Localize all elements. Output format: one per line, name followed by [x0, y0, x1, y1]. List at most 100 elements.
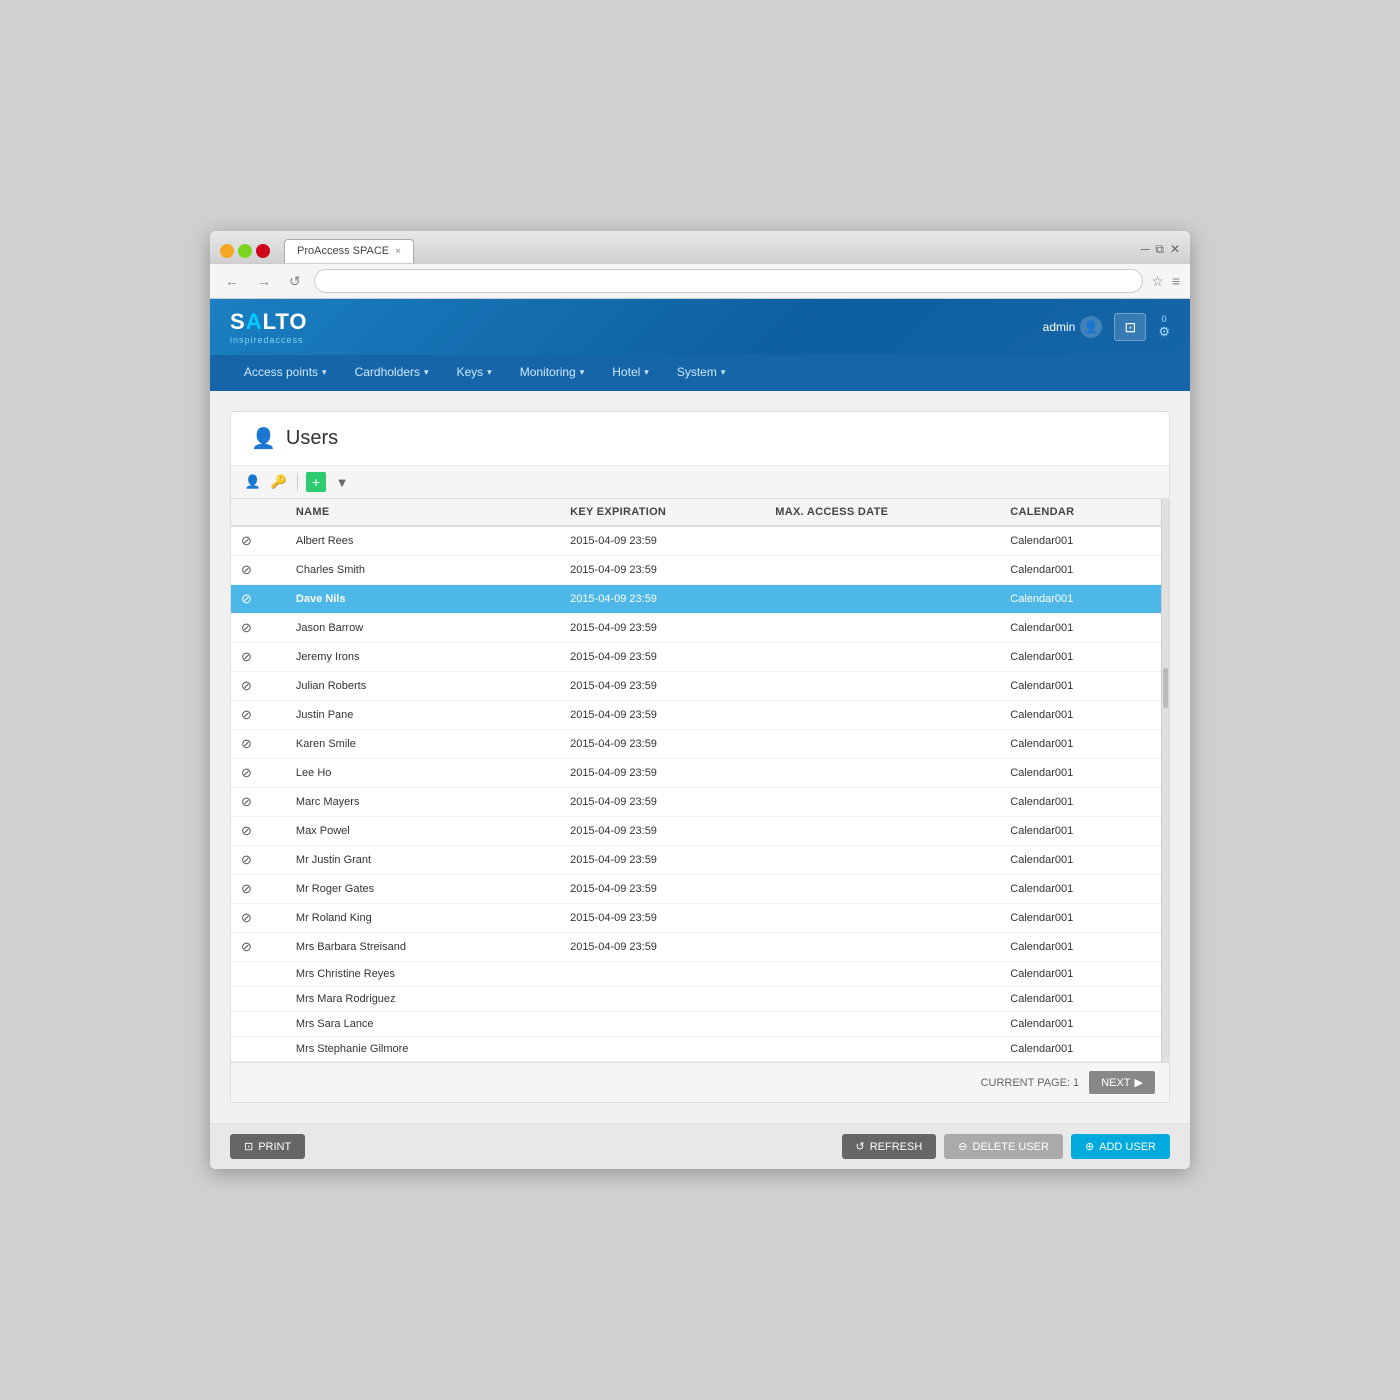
- table-add-button[interactable]: +: [306, 472, 326, 492]
- user-avatar-icon[interactable]: 👤: [1080, 316, 1102, 338]
- table-row[interactable]: ⊘Jason Barrow2015-04-09 23:59Calendar001: [231, 614, 1169, 643]
- row-add-cell: [520, 672, 540, 701]
- row-calendar: Calendar001: [1000, 933, 1149, 962]
- row-filter-cell: [540, 585, 560, 614]
- nav-cardholders[interactable]: Cardholders ▾: [341, 355, 443, 391]
- logo-text: SALTO: [230, 309, 308, 335]
- table-row[interactable]: ⊘Mr Roland King2015-04-09 23:59Calendar0…: [231, 904, 1169, 933]
- row-filter-cell: [540, 701, 560, 730]
- table-row[interactable]: ⊘Mr Justin Grant2015-04-09 23:59Calendar…: [231, 846, 1169, 875]
- row-name[interactable]: Charles Smith: [286, 556, 520, 585]
- table-row[interactable]: ⊘Jeremy Irons2015-04-09 23:59Calendar001: [231, 643, 1169, 672]
- table-wrapper: NAME KEY EXPIRATION MAX. ACCESS DATE CAL…: [231, 499, 1169, 1062]
- row-name[interactable]: Mrs Barbara Streisand: [286, 933, 520, 962]
- scrollbar[interactable]: [1161, 499, 1169, 1062]
- row-name[interactable]: Mr Roland King: [286, 904, 520, 933]
- menu-icon[interactable]: ≡: [1172, 273, 1180, 289]
- row-name[interactable]: Mrs Sara Lance: [286, 1012, 520, 1037]
- window-restore-icon[interactable]: ⧉: [1155, 242, 1164, 257]
- table-row[interactable]: Mrs Christine ReyesCalendar001: [231, 962, 1169, 987]
- row-name[interactable]: Justin Pane: [286, 701, 520, 730]
- table-row[interactable]: ⊘Charles Smith2015-04-09 23:59Calendar00…: [231, 556, 1169, 585]
- row-key-expiration: 2015-04-09 23:59: [560, 643, 765, 672]
- forward-button[interactable]: →: [252, 271, 276, 291]
- table-filter-button[interactable]: ▼: [332, 472, 352, 492]
- row-name[interactable]: Albert Rees: [286, 526, 520, 556]
- nav-system[interactable]: System ▾: [663, 355, 740, 391]
- table-row[interactable]: Mrs Mara RodriguezCalendar001: [231, 987, 1169, 1012]
- next-arrow-icon: ▶: [1135, 1076, 1143, 1089]
- table-row[interactable]: ⊘Albert Rees2015-04-09 23:59Calendar001: [231, 526, 1169, 556]
- table-row[interactable]: Mrs Sara LanceCalendar001: [231, 1012, 1169, 1037]
- browser-tab-active[interactable]: ProAccess SPACE ×: [284, 239, 414, 263]
- address-bar[interactable]: [314, 269, 1144, 293]
- row-filter-cell: [540, 730, 560, 759]
- row-name[interactable]: Marc Mayers: [286, 788, 520, 817]
- nav-keys[interactable]: Keys ▾: [442, 355, 505, 391]
- row-name[interactable]: Jeremy Irons: [286, 643, 520, 672]
- col-name[interactable]: NAME: [286, 499, 520, 526]
- table-row[interactable]: ⊘Mrs Barbara Streisand2015-04-09 23:59Ca…: [231, 933, 1169, 962]
- row-name[interactable]: Max Powel: [286, 817, 520, 846]
- table-row[interactable]: ⊘Julian Roberts2015-04-09 23:59Calendar0…: [231, 672, 1169, 701]
- table-row[interactable]: ⊘Mr Roger Gates2015-04-09 23:59Calendar0…: [231, 875, 1169, 904]
- table-row[interactable]: Mrs Stephanie GilmoreCalendar001: [231, 1037, 1169, 1062]
- nav-access-points-label: Access points: [244, 365, 318, 379]
- table-row[interactable]: ⊘Lee Ho2015-04-09 23:59Calendar001: [231, 759, 1169, 788]
- table-row[interactable]: ⊘Max Powel2015-04-09 23:59Calendar001: [231, 817, 1169, 846]
- row-name[interactable]: Mrs Stephanie Gilmore: [286, 1037, 520, 1062]
- row-add-cell: [520, 585, 540, 614]
- back-button[interactable]: ←: [220, 271, 244, 291]
- close-button[interactable]: [256, 244, 270, 258]
- row-name[interactable]: Mrs Mara Rodriguez: [286, 987, 520, 1012]
- row-icon-cell: [231, 1012, 262, 1037]
- next-button[interactable]: NEXT ▶: [1089, 1071, 1155, 1094]
- col-max-access[interactable]: MAX. ACCESS DATE: [765, 499, 1000, 526]
- minimize-button[interactable]: [220, 244, 234, 258]
- row-name[interactable]: Julian Roberts: [286, 672, 520, 701]
- row-name[interactable]: Karen Smile: [286, 730, 520, 759]
- row-filter-cell: [540, 933, 560, 962]
- row-filter-cell: [540, 526, 560, 556]
- refresh-button[interactable]: ↺ REFRESH: [842, 1134, 937, 1159]
- settings-icon[interactable]: ⚙: [1158, 324, 1170, 340]
- row-icon-cell: ⊘: [231, 701, 262, 730]
- user-select-icon[interactable]: 👤: [243, 472, 263, 492]
- add-user-button[interactable]: ⊕ ADD USER: [1071, 1134, 1170, 1159]
- print-button[interactable]: ⊡ PRINT: [230, 1134, 305, 1159]
- reload-button[interactable]: ↺: [284, 271, 306, 292]
- table-row[interactable]: ⊘Dave Nils2015-04-09 23:59Calendar001: [231, 585, 1169, 614]
- table-row[interactable]: ⊘Karen Smile2015-04-09 23:59Calendar001: [231, 730, 1169, 759]
- nav-access-points[interactable]: Access points ▾: [230, 355, 341, 391]
- row-max-access: [765, 875, 1000, 904]
- nav-monitoring[interactable]: Monitoring ▾: [506, 355, 599, 391]
- row-name[interactable]: Mr Justin Grant: [286, 846, 520, 875]
- delete-user-button[interactable]: ⊖ DELETE USER: [944, 1134, 1063, 1159]
- monitor-button[interactable]: ⊡: [1114, 313, 1146, 341]
- table-row[interactable]: ⊘Justin Pane2015-04-09 23:59Calendar001: [231, 701, 1169, 730]
- nav-system-label: System: [677, 365, 717, 379]
- nav-hotel[interactable]: Hotel ▾: [598, 355, 663, 391]
- bookmark-icon[interactable]: ☆: [1151, 273, 1164, 290]
- row-key-expiration: 2015-04-09 23:59: [560, 904, 765, 933]
- restore-button[interactable]: [238, 244, 252, 258]
- row-name[interactable]: Jason Barrow: [286, 614, 520, 643]
- window-minimize-icon[interactable]: ─: [1141, 242, 1150, 257]
- row-name[interactable]: Mrs Christine Reyes: [286, 962, 520, 987]
- col-filter: [540, 499, 560, 526]
- row-icon-cell: [231, 1037, 262, 1062]
- table-row[interactable]: ⊘Marc Mayers2015-04-09 23:59Calendar001: [231, 788, 1169, 817]
- key-icon[interactable]: 🔑: [269, 472, 289, 492]
- row-name[interactable]: Dave Nils: [286, 585, 520, 614]
- row-name[interactable]: Mr Roger Gates: [286, 875, 520, 904]
- col-calendar[interactable]: CALENDAR: [1000, 499, 1149, 526]
- row-max-access: [765, 962, 1000, 987]
- col-key-expiration[interactable]: KEY EXPIRATION: [560, 499, 765, 526]
- tab-close-icon[interactable]: ×: [395, 246, 401, 257]
- row-icon2-cell: [262, 1012, 286, 1037]
- scrollbar-thumb[interactable]: [1163, 668, 1168, 708]
- window-close-icon[interactable]: ✕: [1170, 242, 1180, 257]
- row-add-cell: [520, 1037, 540, 1062]
- table-toolbar: 👤 🔑 + ▼: [231, 466, 1169, 499]
- row-name[interactable]: Lee Ho: [286, 759, 520, 788]
